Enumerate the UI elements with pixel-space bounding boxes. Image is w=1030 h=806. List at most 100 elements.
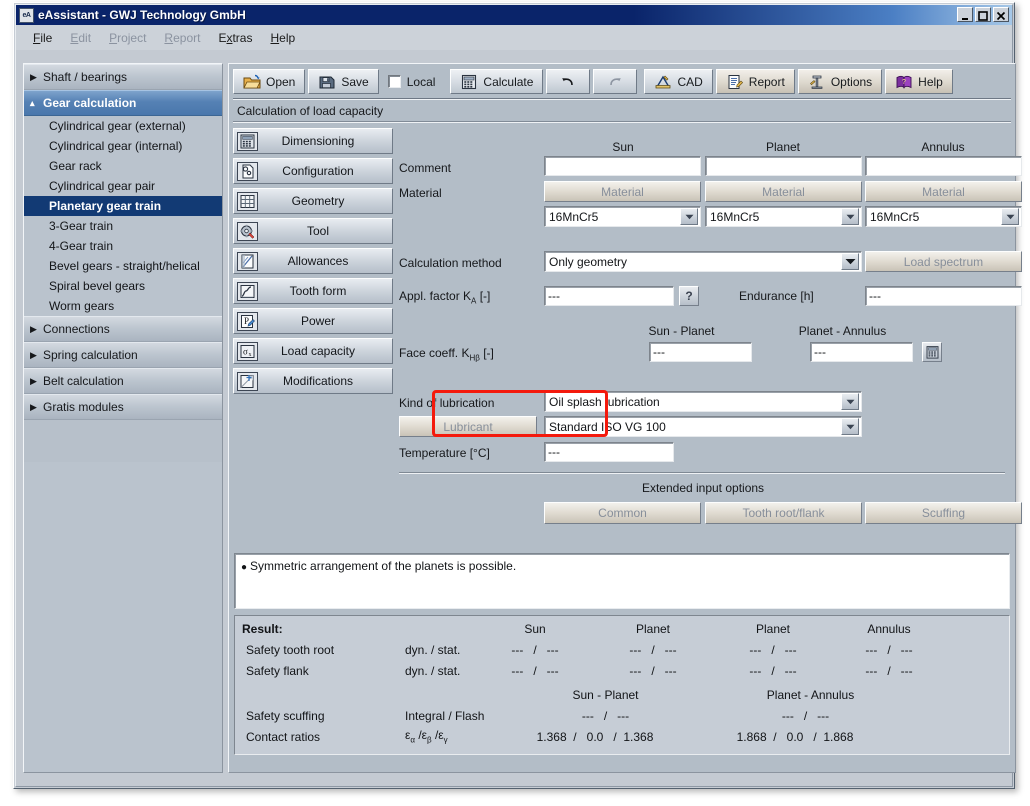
calculate-label: Calculate <box>483 75 533 89</box>
nav-button-tooth-form[interactable]: Tooth form <box>233 278 393 304</box>
options-button[interactable]: Options <box>798 69 882 94</box>
face-coeff-input-planet-annulus[interactable]: --- <box>810 342 913 362</box>
temperature-input[interactable]: --- <box>544 442 674 462</box>
result-panel: Result: Sun Planet Planet Annulus Safety… <box>234 615 1010 755</box>
nav-button-load-capacity[interactable]: σx Load capacity <box>233 338 393 364</box>
sidebar-item-gear-rack[interactable]: Gear rack <box>24 156 222 176</box>
sidebar-item-cylindrical-gear-external[interactable]: Cylindrical gear (external) <box>24 116 222 136</box>
appl-factor-input[interactable]: --- <box>544 286 674 306</box>
sidebar-item-3-gear-train[interactable]: 3-Gear train <box>24 216 222 236</box>
minimize-icon[interactable] <box>957 7 973 22</box>
menu-report[interactable]: Report <box>155 29 209 47</box>
sidebar-item-cylindrical-gear-internal[interactable]: Cylindrical gear (internal) <box>24 136 222 156</box>
sidebar-group-spring-calculation[interactable]: ▶ Spring calculation <box>24 342 222 368</box>
endurance-input[interactable]: --- <box>865 286 1022 306</box>
sidebar-item-cylindrical-gear-pair[interactable]: Cylindrical gear pair <box>24 176 222 196</box>
result-cell: 1.868 / 0.0 / 1.868 <box>715 730 875 744</box>
cad-button[interactable]: CAD <box>644 69 712 94</box>
result-row-label-safety-scuffing: Safety scuffing <box>246 709 325 723</box>
comment-input-planet[interactable] <box>705 156 862 176</box>
comment-input-annulus[interactable] <box>865 156 1022 176</box>
report-button[interactable]: Report <box>716 69 795 94</box>
save-button[interactable]: Save <box>308 69 378 94</box>
sidebar-item-label: Cylindrical gear (internal) <box>49 139 182 153</box>
lubricant-select[interactable]: Standard ISO VG 100 <box>544 416 862 437</box>
calculation-method-select[interactable]: Only geometry <box>544 251 862 272</box>
result-row-mode-contact-ratios: εα /εβ /εγ <box>405 728 448 744</box>
cad-label: CAD <box>677 75 702 89</box>
sidebar-group-shaft-bearings[interactable]: ▶ Shaft / bearings <box>24 64 222 90</box>
face-coeff-input-sun-planet[interactable]: --- <box>649 342 752 362</box>
material-button-sun[interactable]: Material <box>544 181 701 202</box>
result-pair-header-sun-planet: Sun - Planet <box>538 688 673 702</box>
extended-button-common[interactable]: Common <box>544 502 701 524</box>
nav-button-geometry[interactable]: Geometry <box>233 188 393 214</box>
result-value: --- <box>629 664 641 678</box>
menu-extras[interactable]: Extras <box>209 29 261 47</box>
nav-button-column: Dimensioning Configuration <box>233 128 393 398</box>
sidebar-group-gratis-modules[interactable]: ▶ Gratis modules <box>24 394 222 420</box>
sidebar-item-worm-gears[interactable]: Worm gears <box>24 296 222 316</box>
chevron-down-icon[interactable] <box>680 208 698 225</box>
nav-button-label: Tooth form <box>258 284 392 298</box>
extended-button-tooth-root-flank[interactable]: Tooth root/flank <box>705 502 862 524</box>
material-select-sun[interactable]: 16MnCr5 <box>544 206 701 227</box>
appl-factor-help-button[interactable]: ? <box>679 286 699 306</box>
load-spectrum-button[interactable]: Load spectrum <box>865 251 1022 272</box>
result-cell: --- / --- <box>613 643 693 657</box>
message-box[interactable]: ●Symmetric arrangement of the planets is… <box>234 553 1010 609</box>
result-value: --- <box>749 643 761 657</box>
comment-input-sun[interactable] <box>544 156 701 176</box>
message-text: Symmetric arrangement of the planets is … <box>250 559 516 573</box>
sidebar-item-bevel-gears[interactable]: Bevel gears - straight/helical <box>24 256 222 276</box>
sidebar-item-spiral-bevel-gears[interactable]: Spiral bevel gears <box>24 276 222 296</box>
chevron-down-icon[interactable] <box>841 208 859 225</box>
menu-file[interactable]: File <box>24 29 61 47</box>
menu-project[interactable]: Project <box>100 29 155 47</box>
lubricant-button[interactable]: Lubricant <box>399 416 537 437</box>
open-button[interactable]: Open <box>233 69 305 94</box>
help-button[interactable]: ? Help <box>885 69 953 94</box>
lubrication-select[interactable]: Oil splash lubrication <box>544 391 862 412</box>
sidebar: ▶ Shaft / bearings ▴ Gear calculation Cy… <box>23 63 223 773</box>
menu-help[interactable]: Help <box>261 29 304 47</box>
nav-button-configuration[interactable]: Configuration <box>233 158 393 184</box>
result-value: --- <box>865 643 877 657</box>
undo-button[interactable] <box>546 69 590 94</box>
calculate-button[interactable]: Calculate <box>450 69 543 94</box>
calculation-method-value: Only geometry <box>545 255 841 269</box>
face-coeff-calculator-button[interactable] <box>922 342 942 362</box>
result-value: 1.368 <box>537 730 567 744</box>
result-value: --- <box>547 664 559 678</box>
nav-button-label: Power <box>258 314 392 328</box>
sidebar-item-label: 4-Gear train <box>49 239 113 253</box>
nav-button-modifications[interactable]: Modifications <box>233 368 393 394</box>
nav-button-tool[interactable]: Tool <box>233 218 393 244</box>
local-checkbox[interactable]: Local <box>382 69 444 94</box>
nav-button-allowances[interactable]: Allowances <box>233 248 393 274</box>
extended-button-scuffing[interactable]: Scuffing <box>865 502 1022 524</box>
pair-header-sun-planet: Sun - Planet <box>604 324 759 338</box>
chevron-down-icon[interactable] <box>841 393 859 410</box>
chevron-down-icon[interactable] <box>841 418 859 435</box>
material-select-planet[interactable]: 16MnCr5 <box>705 206 862 227</box>
nav-button-dimensioning[interactable]: Dimensioning <box>233 128 393 154</box>
chevron-down-icon[interactable] <box>841 253 859 270</box>
sidebar-group-connections[interactable]: ▶ Connections <box>24 316 222 342</box>
material-button-planet[interactable]: Material <box>705 181 862 202</box>
nav-button-power[interactable]: P Power <box>233 308 393 334</box>
close-icon[interactable] <box>993 7 1009 22</box>
sidebar-group-belt-calculation[interactable]: ▶ Belt calculation <box>24 368 222 394</box>
chevron-down-icon[interactable] <box>1001 208 1019 225</box>
sidebar-item-4-gear-train[interactable]: 4-Gear train <box>24 236 222 256</box>
result-value: --- <box>511 664 523 678</box>
material-select-annulus[interactable]: 16MnCr5 <box>865 206 1022 227</box>
menu-edit[interactable]: Edit <box>61 29 100 47</box>
face-coeff-subscript: Hβ <box>469 353 479 362</box>
maximize-icon[interactable] <box>975 7 991 22</box>
sidebar-group-gear-calculation[interactable]: ▴ Gear calculation <box>24 90 222 116</box>
column-header-annulus: Annulus <box>864 140 1022 154</box>
material-button-annulus[interactable]: Material <box>865 181 1022 202</box>
lubrication-value: Oil splash lubrication <box>545 395 841 409</box>
sidebar-item-planetary-gear-train[interactable]: Planetary gear train <box>24 196 222 216</box>
